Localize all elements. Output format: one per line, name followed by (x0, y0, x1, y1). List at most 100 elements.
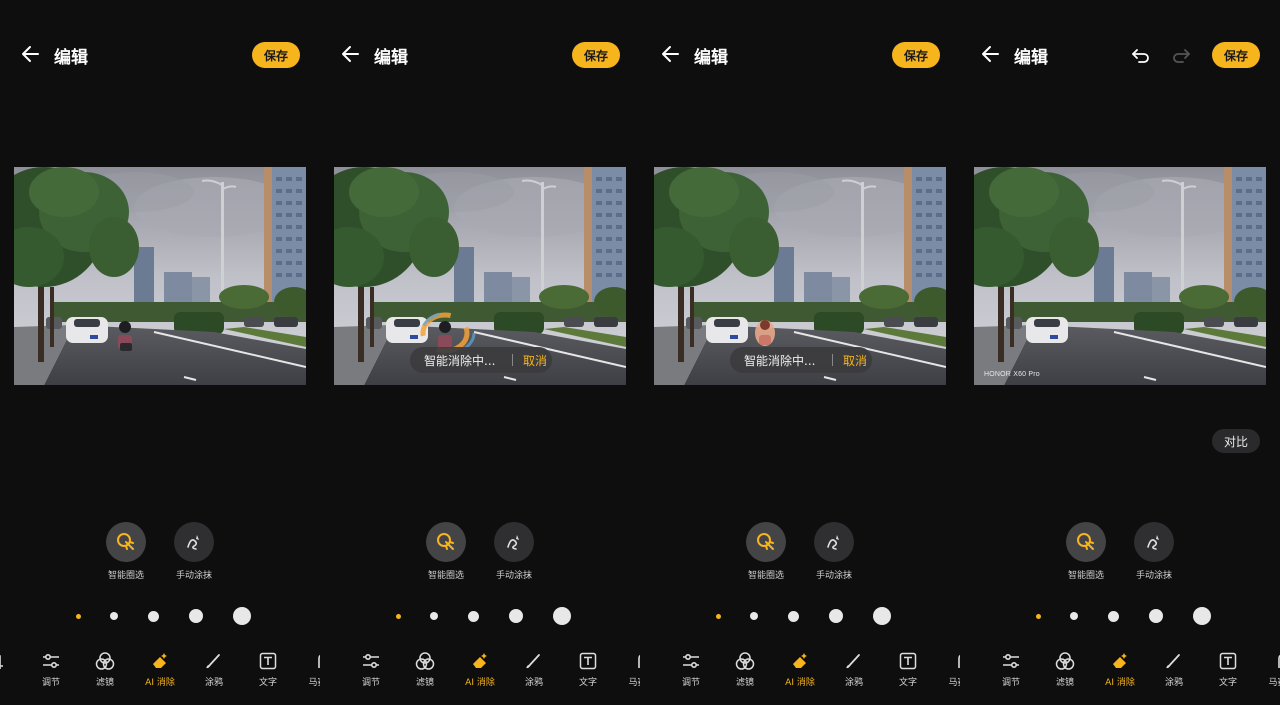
page-title: 编辑 (694, 48, 728, 68)
photo-canvas[interactable]: HONOR X60 Pro (974, 167, 1266, 385)
brush-size-xl[interactable] (233, 607, 251, 625)
smart-select-mode[interactable]: 智能圈选 (1056, 522, 1116, 581)
brush-size-s[interactable] (430, 612, 438, 620)
brush-size-xs[interactable] (716, 614, 721, 619)
brush-size-m[interactable] (1108, 611, 1119, 622)
top-bar: 编辑 保存 (960, 34, 1280, 76)
cancel-button[interactable]: 取消 (523, 352, 547, 369)
tool-mosaic[interactable]: 马赛克 (615, 650, 640, 688)
brush-size-xl[interactable] (1193, 607, 1211, 625)
brush-size-xs[interactable] (396, 614, 401, 619)
compare-button[interactable]: 对比 (1212, 429, 1260, 453)
tool-adjust[interactable]: 调节 (24, 650, 78, 688)
photo-canvas[interactable]: 智能消除中... 取消 (654, 167, 946, 385)
tool-ai-eraser[interactable]: AI 消除 (773, 650, 827, 688)
manual-smear-mode[interactable]: 手动涂抹 (1124, 522, 1184, 581)
icon-wrapper (133, 650, 187, 672)
mosaic-icon (958, 654, 960, 668)
icon-wrapper (1255, 650, 1280, 672)
back-arrow-icon[interactable] (978, 40, 1006, 68)
icon-wrapper (773, 650, 827, 672)
back-arrow-icon[interactable] (658, 40, 686, 68)
save-button[interactable]: 保存 (252, 42, 300, 68)
brush-size-xl[interactable] (553, 607, 571, 625)
smart-select-mode[interactable]: 智能圈选 (416, 522, 476, 581)
icon-wrapper (0, 650, 22, 672)
icon-wrapper (453, 650, 507, 672)
brush-size-m[interactable] (148, 611, 159, 622)
tool-mosaic[interactable]: 马赛克 (1255, 650, 1280, 688)
brush-size-m[interactable] (788, 611, 799, 622)
tool-label: 调节 (681, 678, 700, 688)
manual-smear-label: 手动涂抹 (1135, 571, 1172, 581)
photo-canvas[interactable] (14, 167, 306, 385)
brush-size-s[interactable] (750, 612, 758, 620)
cancel-button[interactable]: 取消 (843, 352, 867, 369)
tool-filter[interactable]: 滤镜 (1038, 650, 1092, 688)
tool-ai-eraser[interactable]: AI 消除 (1093, 650, 1147, 688)
brush-size-l[interactable] (509, 609, 523, 623)
save-button[interactable]: 保存 (1212, 42, 1260, 68)
tool-brush[interactable]: 涂鸦 (1147, 650, 1201, 688)
brush-size-m[interactable] (468, 611, 479, 622)
tool-text[interactable]: 文字 (1201, 650, 1255, 688)
brush-size-l[interactable] (829, 609, 843, 623)
ai-eraser-icon (153, 653, 167, 668)
editor-panel-3: 编辑 保存 智能消除中... 取消 智能圈选 手动涂抹 调节 滤镜 AI 消除 … (640, 0, 960, 705)
adjust-icon (683, 653, 699, 669)
manual-smear-mode[interactable]: 手动涂抹 (804, 522, 864, 581)
tool-crop[interactable]: 剪 (0, 650, 22, 688)
tool-text[interactable]: 文字 (561, 650, 615, 688)
tool-filter[interactable]: 滤镜 (398, 650, 452, 688)
tool-text[interactable]: 文字 (241, 650, 295, 688)
smart-select-mode[interactable]: 智能圈选 (96, 522, 156, 581)
brush-size-xs[interactable] (1036, 614, 1041, 619)
tool-label: AI 消除 (785, 678, 815, 688)
tool-adjust[interactable]: 调节 (344, 650, 398, 688)
icon-wrapper (746, 522, 786, 562)
tool-adjust[interactable]: 调节 (984, 650, 1038, 688)
tool-text[interactable]: 文字 (881, 650, 935, 688)
undo-icon[interactable] (1130, 44, 1152, 66)
brush-size-l[interactable] (1149, 609, 1163, 623)
save-button[interactable]: 保存 (892, 42, 940, 68)
icon-wrapper (827, 650, 881, 672)
manual-smear-mode[interactable]: 手动涂抹 (164, 522, 224, 581)
icon-wrapper (1147, 650, 1201, 672)
brush-size-s[interactable] (110, 612, 118, 620)
progress-text: 智能消除中... (744, 353, 816, 368)
save-button[interactable]: 保存 (572, 42, 620, 68)
icon-wrapper (426, 522, 466, 562)
tool-adjust[interactable]: 调节 (664, 650, 718, 688)
brush-icon (526, 654, 540, 669)
smart-select-mode[interactable]: 智能圈选 (736, 522, 796, 581)
icon-wrapper (295, 650, 320, 672)
bottom-toolbar: 调节 滤镜 AI 消除 涂鸦 文字 马赛克 (960, 650, 1280, 700)
tool-ai-eraser[interactable]: AI 消除 (453, 650, 507, 688)
adjust-icon (363, 653, 379, 669)
back-arrow-icon[interactable] (338, 40, 366, 68)
tool-mosaic[interactable]: 马赛克 (295, 650, 320, 688)
page-title: 编辑 (54, 48, 88, 68)
tool-mosaic[interactable]: 马赛克 (935, 650, 960, 688)
smart-select-label: 智能圈选 (747, 571, 784, 581)
brush-size-xs[interactable] (76, 614, 81, 619)
tool-filter[interactable]: 滤镜 (78, 650, 132, 688)
back-arrow-icon[interactable] (18, 40, 46, 68)
redo-icon[interactable] (1170, 44, 1192, 66)
icon-wrapper (615, 650, 640, 672)
brush-size-l[interactable] (189, 609, 203, 623)
tool-brush[interactable]: 涂鸦 (827, 650, 881, 688)
bottom-toolbar: 调节 滤镜 AI 消除 涂鸦 文字 马赛克 (640, 650, 960, 700)
manual-smear-mode[interactable]: 手动涂抹 (484, 522, 544, 581)
tool-brush[interactable]: 涂鸦 (187, 650, 241, 688)
photo-canvas[interactable]: 智能消除中... 取消 (334, 167, 626, 385)
brush-size-s[interactable] (1070, 612, 1078, 620)
icon-wrapper (174, 522, 214, 562)
brush-size-xl[interactable] (873, 607, 891, 625)
tool-filter[interactable]: 滤镜 (718, 650, 772, 688)
tool-ai-eraser[interactable]: AI 消除 (133, 650, 187, 688)
manual-smear-label: 手动涂抹 (495, 571, 532, 581)
tool-brush[interactable]: 涂鸦 (507, 650, 561, 688)
filter-icon (735, 652, 755, 670)
